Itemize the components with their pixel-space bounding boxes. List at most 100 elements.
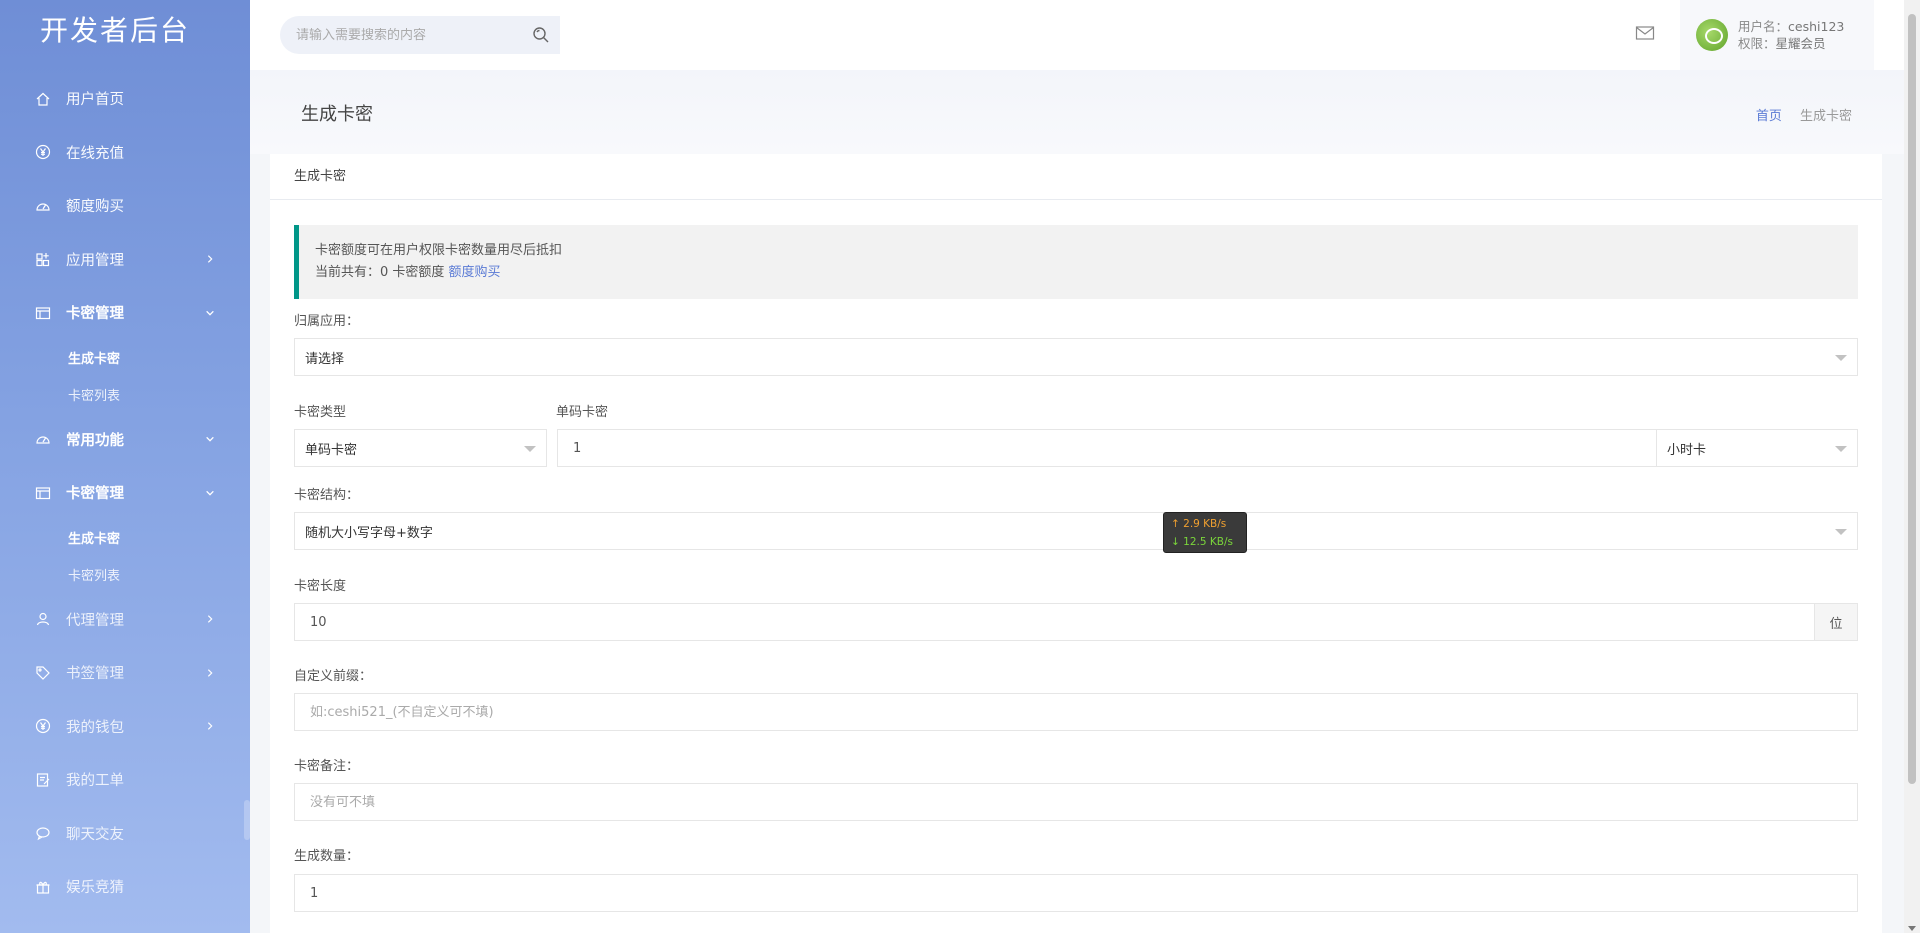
remark-input[interactable] <box>305 794 1857 810</box>
sidebar-item-cards[interactable]: 卡密管理 <box>0 286 250 340</box>
sidebar-item-agents[interactable]: 代理管理 <box>0 593 250 647</box>
scroll-down-arrow-icon[interactable] <box>1908 926 1916 931</box>
chat-icon <box>34 824 52 842</box>
gauge-icon <box>34 430 52 448</box>
prefix-input[interactable] <box>305 704 1857 720</box>
yen-icon <box>34 143 52 161</box>
app-select-label: 归属应用： <box>294 314 360 329</box>
notice-quota-line: 当前共有：0 卡密额度 额度购买 <box>315 262 1842 284</box>
sidebar-item-recharge[interactable]: 在线充值 <box>0 126 250 180</box>
role-label: 权限： <box>1738 36 1776 51</box>
sidebar-item-label: 额度购买 <box>66 199 124 216</box>
card-type-value: 单码卡密 <box>305 442 358 458</box>
single-card-input[interactable] <box>557 429 1657 467</box>
sidebar-item-chat[interactable]: 聊天交友 <box>0 807 250 861</box>
breadcrumb-home-link[interactable]: 首页 <box>1756 109 1782 124</box>
sidebar-subitem-generate[interactable]: 生成卡密 <box>0 340 250 377</box>
card-type-label: 卡密类型 <box>294 405 347 420</box>
sidebar-item-label: 书签管理 <box>66 666 124 683</box>
sidebar-subitem-list[interactable]: 卡密列表 <box>0 376 250 413</box>
sidebar-item-label: 卡密管理 <box>66 306 124 323</box>
structure-select[interactable]: 随机大小写字母+数字 <box>294 512 1858 550</box>
sidebar-item-label: 我的工单 <box>66 773 124 790</box>
search-box <box>280 16 560 54</box>
tag-icon <box>34 664 52 682</box>
prefix-field[interactable] <box>294 693 1858 731</box>
sidebar-subitem-list[interactable]: 卡密列表 <box>0 556 250 593</box>
top-bar: 用户名：ceshi123 权限：星耀会员 <box>250 0 1904 70</box>
card-header: 生成卡密 <box>270 154 1882 200</box>
sidebar-item-label: 代理管理 <box>66 612 124 629</box>
sidebar: 开发者后台 用户首页 在线充值 额度购买 应用管理 卡密管理 生成卡密 卡密列表… <box>0 0 250 933</box>
chevron-right-icon <box>204 613 216 625</box>
user-icon <box>34 610 52 628</box>
sidebar-item-label: 卡密管理 <box>66 486 124 503</box>
count-input[interactable] <box>305 885 1857 901</box>
single-card-label: 单码卡密 <box>556 405 609 420</box>
caret-down-icon <box>1835 529 1847 535</box>
user-info: 用户名：ceshi123 权限：星耀会员 <box>1738 18 1844 52</box>
count-field[interactable] <box>294 874 1858 912</box>
sidebar-subitem-generate[interactable]: 生成卡密 <box>0 520 250 557</box>
sidebar-item-wallet[interactable]: 我的钱包 <box>0 700 250 754</box>
remark-field[interactable] <box>294 783 1858 821</box>
card-icon <box>34 304 52 322</box>
card-type-select[interactable]: 单码卡密 <box>294 429 547 467</box>
caret-down-icon <box>524 446 536 452</box>
page-scrollbar[interactable] <box>1904 0 1920 933</box>
quota-notice: 卡密额度可在用户权限卡密数量用尽后抵扣 当前共有：0 卡密额度 额度购买 <box>294 225 1858 299</box>
prefix-label: 自定义前缀： <box>294 669 373 684</box>
gift-icon <box>34 878 52 896</box>
chevron-down-icon <box>204 487 216 499</box>
caret-down-icon <box>1835 355 1847 361</box>
app-select[interactable]: 请选择 <box>294 338 1858 376</box>
structure-value: 随机大小写字母+数字 <box>305 525 433 541</box>
length-input[interactable] <box>294 603 1815 641</box>
network-speed-widget[interactable]: ↑ 2.9 KB/s ↓ 12.5 KB/s <box>1163 512 1247 553</box>
chevron-down-icon <box>204 433 216 445</box>
page-title: 生成卡密 <box>301 104 373 125</box>
length-value-input[interactable] <box>305 614 1814 630</box>
sidebar-item-label: 在线充值 <box>66 145 124 162</box>
breadcrumb: 首页 生成卡密 <box>1756 105 1852 124</box>
card-icon <box>34 484 52 502</box>
length-unit: 位 <box>1814 603 1858 641</box>
search-input[interactable] <box>296 27 516 43</box>
sidebar-item-cards-2[interactable]: 卡密管理 <box>0 466 250 520</box>
scrollbar-thumb[interactable] <box>1908 14 1916 784</box>
chevron-right-icon <box>204 720 216 732</box>
sidebar-item-label: 聊天交友 <box>66 826 124 843</box>
sidebar-item-quota[interactable]: 额度购买 <box>0 179 250 233</box>
notice-line: 卡密额度可在用户权限卡密数量用尽后抵扣 <box>315 243 563 258</box>
sidebar-item-tickets[interactable]: 我的工单 <box>0 753 250 807</box>
yen-icon <box>34 717 52 735</box>
sidebar-item-common[interactable]: 常用功能 <box>0 413 250 467</box>
sidebar-nav: 用户首页 在线充值 额度购买 应用管理 卡密管理 生成卡密 卡密列表 常用功能 <box>0 72 250 914</box>
sidebar-item-bookmarks[interactable]: 书签管理 <box>0 646 250 700</box>
user-menu[interactable]: 用户名：ceshi123 权限：星耀会员 <box>1680 0 1874 70</box>
sidebar-scrollbar[interactable] <box>244 800 250 840</box>
sidebar-item-games[interactable]: 娱乐竞猜 <box>0 860 250 914</box>
username-label: 用户名： <box>1738 19 1789 34</box>
mail-icon[interactable] <box>1635 25 1655 41</box>
page-header: 生成卡密 首页 生成卡密 <box>250 70 1904 154</box>
search-icon[interactable] <box>532 26 550 44</box>
quota-text: 当前共有：0 卡密额度 <box>315 265 445 280</box>
breadcrumb-current: 生成卡密 <box>1799 109 1852 124</box>
buy-quota-link[interactable]: 额度购买 <box>449 265 501 280</box>
user-role: 星耀会员 <box>1775 36 1826 51</box>
upload-speed: ↑ 2.9 KB/s <box>1171 518 1227 530</box>
sidebar-item-apps[interactable]: 应用管理 <box>0 233 250 287</box>
app-title: 开发者后台 <box>39 14 190 47</box>
download-speed: ↓ 12.5 KB/s <box>1171 536 1233 548</box>
form-card: 生成卡密 卡密额度可在用户权限卡密数量用尽后抵扣 当前共有：0 卡密额度 额度购… <box>270 154 1882 933</box>
duration-value-input[interactable] <box>568 440 1656 456</box>
sidebar-item-label: 应用管理 <box>66 252 124 269</box>
sidebar-item-home[interactable]: 用户首页 <box>0 72 250 126</box>
gauge-icon <box>34 197 52 215</box>
count-label: 生成数量： <box>294 849 360 864</box>
apps-icon <box>34 250 52 268</box>
duration-unit-select[interactable]: 小时卡 <box>1656 429 1858 467</box>
remark-label: 卡密备注： <box>294 759 360 774</box>
ticket-icon <box>34 771 52 789</box>
